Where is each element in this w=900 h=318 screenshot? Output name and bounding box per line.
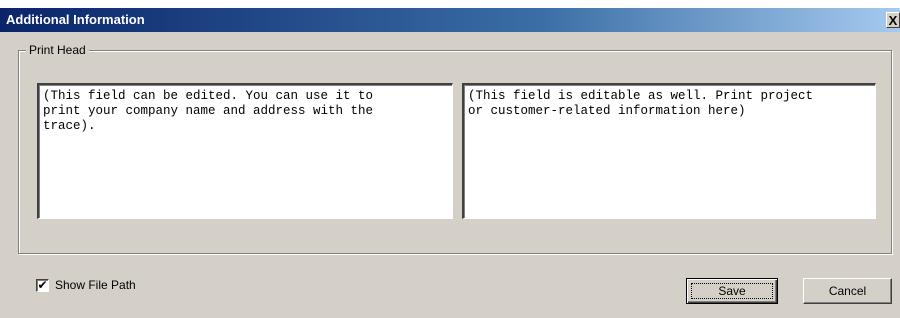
- save-button[interactable]: Save: [686, 278, 778, 304]
- print-head-right-field[interactable]: (This field is editable as well. Print p…: [462, 83, 876, 219]
- close-button[interactable]: X: [886, 12, 900, 28]
- cancel-button[interactable]: Cancel: [803, 278, 892, 304]
- window-title: Additional Information: [6, 12, 145, 27]
- title-bar[interactable]: Additional Information X: [0, 8, 900, 32]
- save-button-label: Save: [718, 284, 746, 298]
- window-top-edge: [0, 0, 900, 8]
- cancel-button-label: Cancel: [828, 284, 867, 298]
- close-icon: X: [888, 13, 898, 28]
- checkmark-icon: ✔: [37, 277, 48, 292]
- print-head-group-label: Print Head: [26, 42, 89, 58]
- show-file-path-label[interactable]: Show File Path: [55, 277, 136, 293]
- print-head-left-field[interactable]: (This field can be edited. You can use i…: [37, 83, 453, 219]
- show-file-path-checkbox[interactable]: ✔: [36, 277, 49, 292]
- additional-information-dialog: Additional Information X Print Head (Thi…: [0, 0, 900, 318]
- show-file-path-option[interactable]: ✔ Show File Path: [36, 277, 136, 293]
